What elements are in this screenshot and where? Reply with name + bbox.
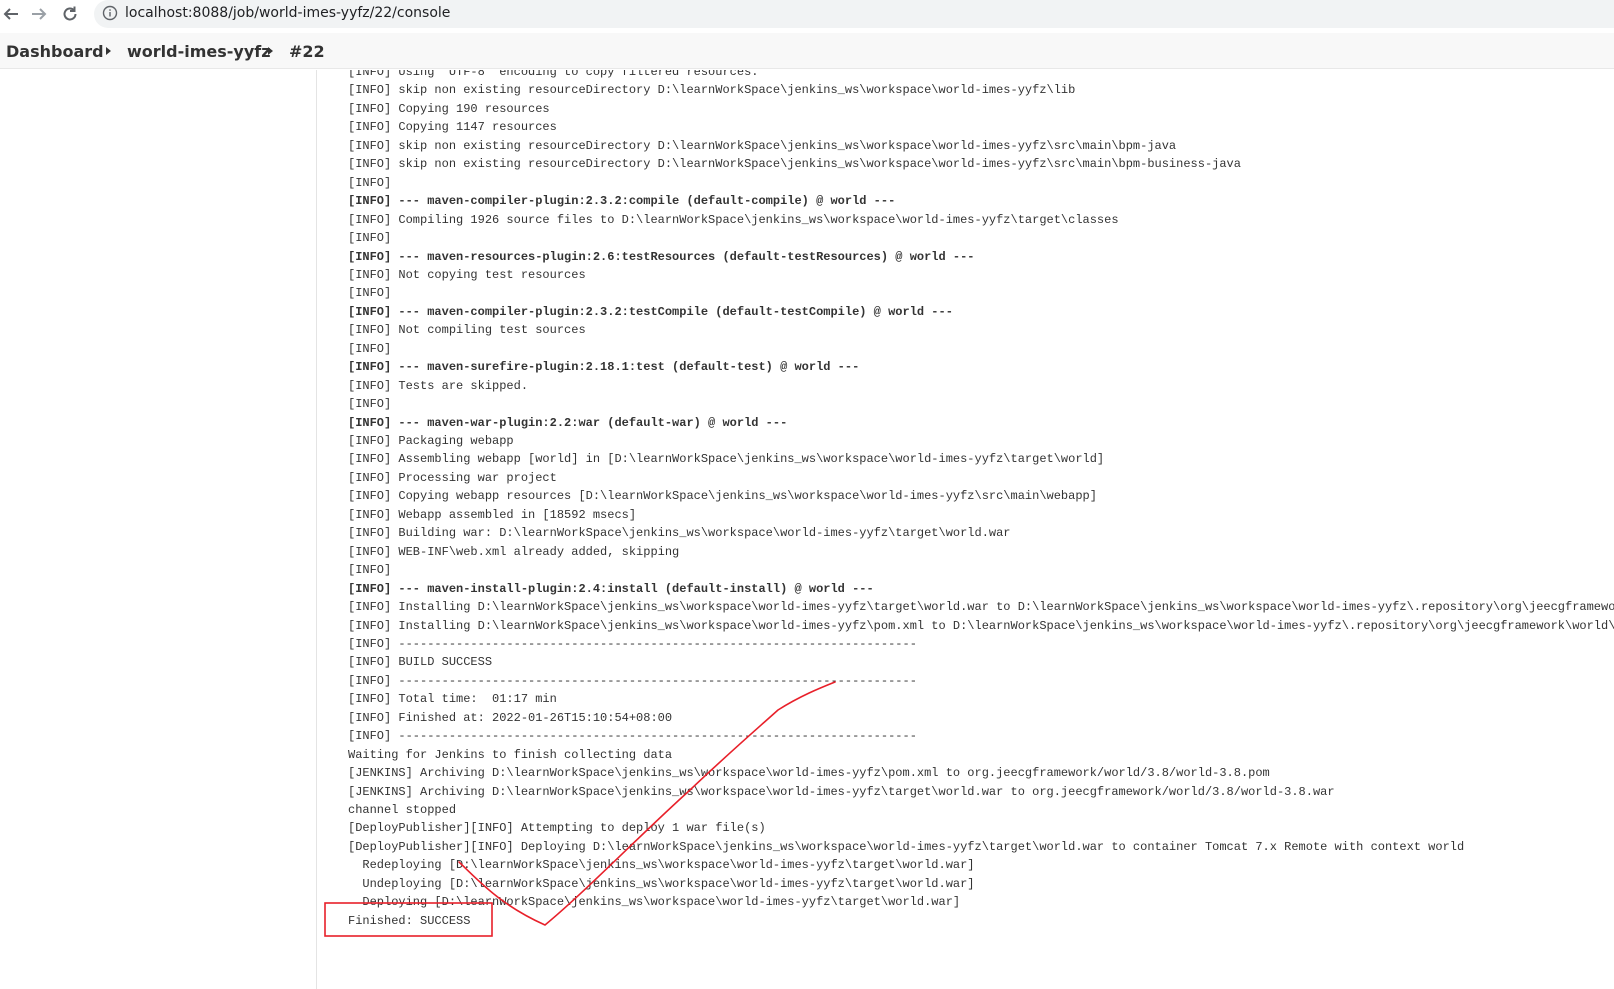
- log-line: channel stopped: [348, 803, 457, 817]
- log-line: [INFO] ---------------------------------…: [348, 636, 917, 651]
- log-line: [DeployPublisher][INFO] Deploying D:\lea…: [348, 839, 1465, 854]
- log-line: [INFO] skip non existing resourceDirecto…: [348, 83, 1076, 98]
- log-line: [INFO] --- maven-resources-plugin:2.6:te…: [348, 249, 975, 264]
- log-line: [INFO] BUILD SUCCESS: [348, 655, 493, 670]
- log-line: [DeployPublisher][INFO] Attempting to de…: [348, 821, 766, 836]
- log-line: [INFO] Packaging webapp: [348, 434, 514, 448]
- log-line: [JENKINS] Archiving D:\learnWorkSpace\je…: [348, 784, 1335, 799]
- breadcrumb: Dashboard world-imes-yyfz #22: [0, 33, 1614, 69]
- log-line: [INFO] skip non existing resourceDirecto…: [348, 157, 1241, 172]
- side-panel: [0, 70, 317, 989]
- log-line: [INFO] skip non existing resourceDirecto…: [348, 138, 1177, 153]
- breadcrumb-job[interactable]: world-imes-yyfz: [127, 42, 271, 61]
- log-line: [INFO]: [348, 286, 392, 301]
- log-line: [INFO] Not copying test resources: [348, 267, 586, 282]
- log-line: Redeploying [D:\learnWorkSpace\jenkins_w…: [348, 858, 975, 873]
- log-line: [INFO] Copying 190 resources: [348, 101, 550, 116]
- log-line: Waiting for Jenkins to finish collecting…: [348, 747, 673, 762]
- log-line: [INFO] Copying webapp resources [D:\lear…: [348, 489, 1097, 504]
- log-line: [INFO] --- maven-install-plugin:2.4:inst…: [348, 581, 874, 596]
- log-line: [INFO] Webapp assembled in [18592 msecs]: [348, 507, 637, 522]
- log-line: Finished: SUCCESS: [348, 913, 471, 928]
- breadcrumb-build[interactable]: #22: [289, 42, 325, 61]
- log-line: [INFO]: [348, 231, 392, 246]
- info-icon[interactable]: [102, 5, 118, 21]
- log-line: [INFO] Finished at: 2022-01-26T15:10:54+…: [348, 710, 673, 725]
- address-bar[interactable]: localhost:8088/job/world-imes-yyfz/22/co…: [94, 0, 1614, 28]
- log-line: [INFO]: [348, 563, 392, 578]
- breadcrumb-chevron-icon[interactable]: [106, 47, 111, 55]
- url-text: localhost:8088/job/world-imes-yyfz/22/co…: [125, 5, 451, 21]
- log-line: Undeploying [D:\learnWorkSpace\jenkins_w…: [348, 876, 975, 891]
- log-line: [INFO] Processing war project: [348, 470, 557, 485]
- log-line: [INFO] --- maven-surefire-plugin:2.18.1:…: [348, 360, 860, 375]
- log-line: [INFO] Tests are skipped.: [348, 378, 529, 393]
- log-line: [INFO] --- maven-compiler-plugin:2.3.2:t…: [348, 304, 953, 319]
- log-line: [INFO] --- maven-compiler-plugin:2.3.2:c…: [348, 194, 896, 209]
- log-line: [INFO] ---------------------------------…: [348, 729, 917, 744]
- log-line: Deploying [D:\learnWorkSpace\jenkins_ws\…: [348, 895, 961, 910]
- log-line: [INFO]: [348, 341, 392, 356]
- log-line: [INFO]: [348, 175, 392, 190]
- log-line: [INFO] WEB-INF\web.xml already added, sk…: [348, 544, 680, 559]
- log-line: [INFO] Assembling webapp [world] in [D:\…: [348, 452, 1105, 467]
- log-line: [INFO] ---------------------------------…: [348, 673, 917, 688]
- log-line: [JENKINS] Archiving D:\learnWorkSpace\je…: [348, 766, 1270, 781]
- breadcrumb-chevron-icon[interactable]: [268, 47, 273, 55]
- log-line: [INFO] Installing D:\learnWorkSpace\jenk…: [348, 600, 1614, 615]
- log-line: [INFO] Building war: D:\learnWorkSpace\j…: [348, 526, 1011, 541]
- browser-toolbar: localhost:8088/job/world-imes-yyfz/22/co…: [0, 0, 1614, 30]
- log-line: [INFO]: [348, 397, 392, 412]
- log-line: [INFO] Compiling 1926 source files to D:…: [348, 212, 1119, 227]
- forward-arrow-icon[interactable]: [28, 3, 50, 25]
- log-line: [INFO] Total time: 01:17 min: [348, 692, 557, 707]
- log-line: [INFO] Not compiling test sources: [348, 323, 586, 338]
- log-line: [INFO] --- maven-war-plugin:2.2:war (def…: [348, 415, 788, 430]
- log-line: [INFO] Installing D:\learnWorkSpace\jenk…: [348, 618, 1614, 633]
- log-line: [INFO] Copying 1147 resources: [348, 120, 557, 135]
- reload-icon[interactable]: [59, 3, 81, 25]
- console-output: [INFO] Using 'UTF-8' encoding to copy fi…: [348, 70, 1614, 989]
- breadcrumb-dashboard[interactable]: Dashboard: [6, 42, 104, 61]
- back-arrow-icon[interactable]: [0, 3, 22, 25]
- log-line: [INFO] Using 'UTF-8' encoding to copy fi…: [348, 70, 759, 79]
